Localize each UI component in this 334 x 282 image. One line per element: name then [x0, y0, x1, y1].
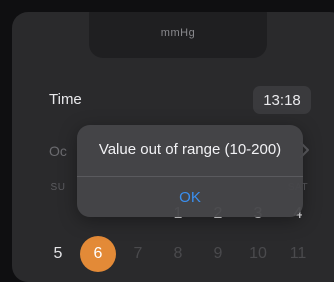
alert-message: Value out of range (10-200) [98, 141, 282, 158]
alert-dialog: Value out of range (10-200) OK [77, 125, 303, 217]
ok-button[interactable]: OK [77, 177, 303, 217]
entry-sheet: mmHg Time 13:18 Oc SUSAT 1234567891011 V… [12, 12, 334, 282]
